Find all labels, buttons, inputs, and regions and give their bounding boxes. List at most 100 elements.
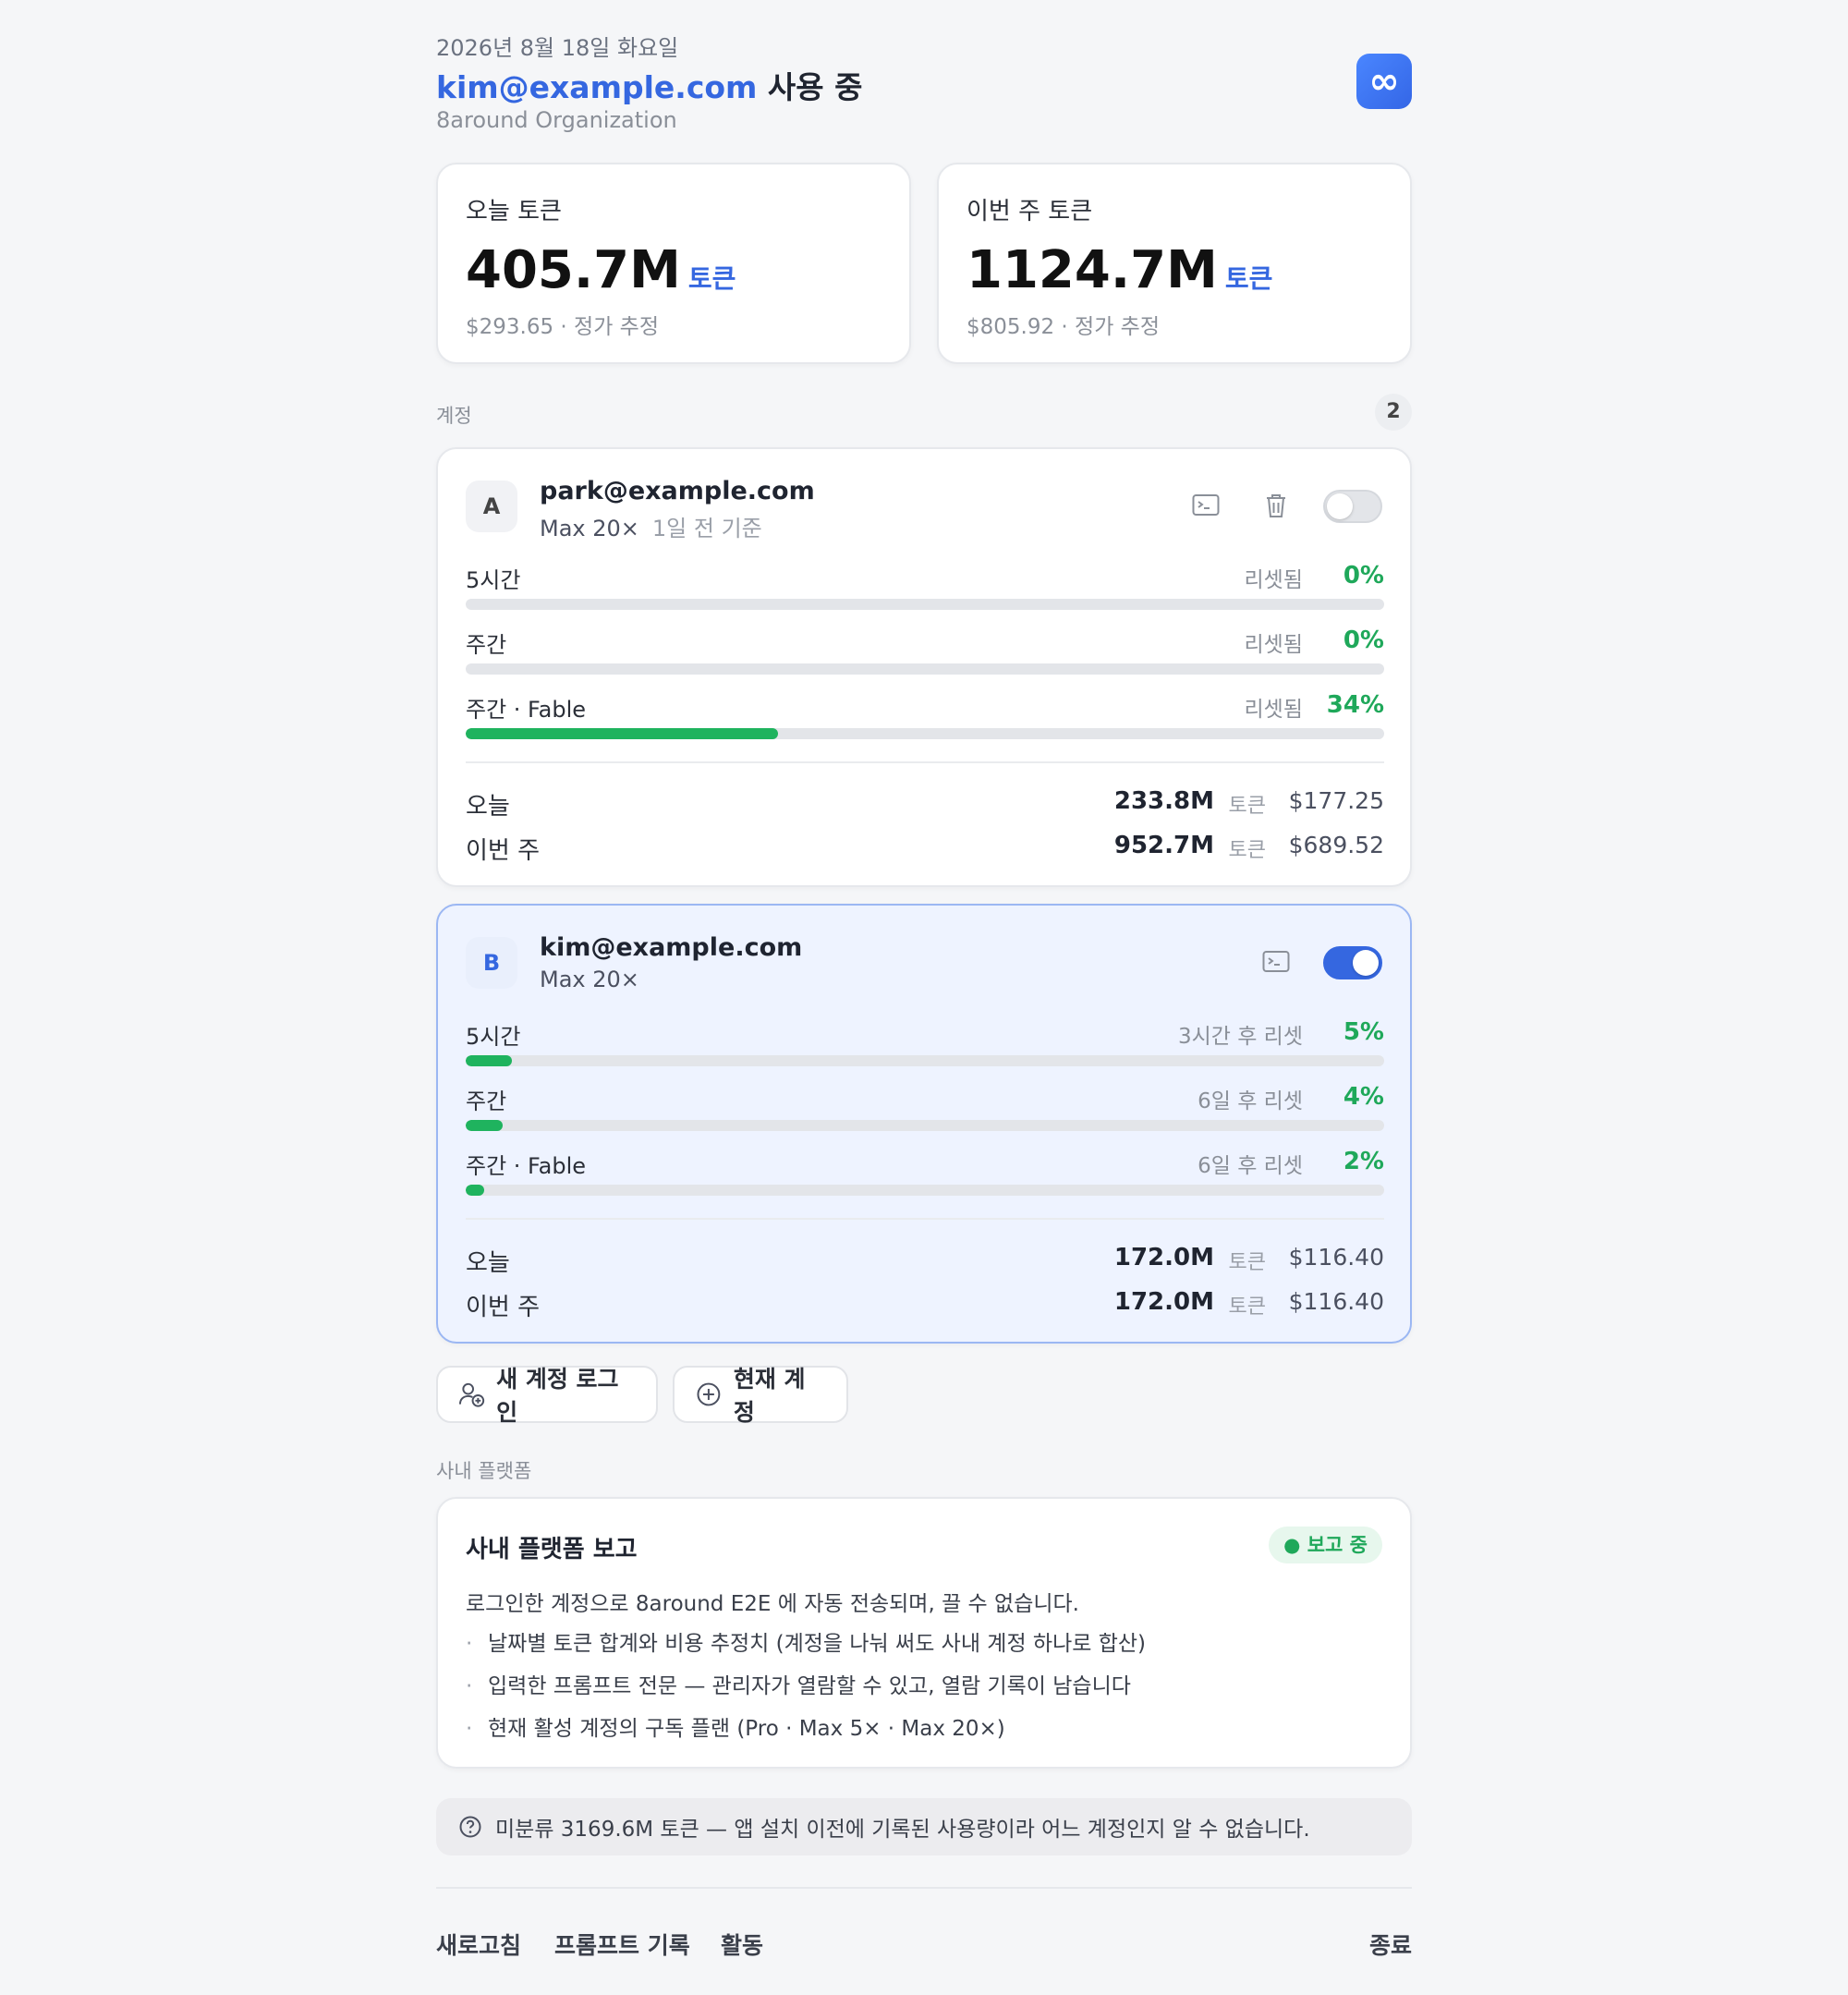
plus-circle-icon bbox=[697, 1382, 721, 1406]
summary-unit: 토큰 bbox=[1224, 263, 1273, 294]
limit-percent: 0% bbox=[1343, 626, 1384, 654]
button-label: 새 계정 로그인 bbox=[496, 1366, 619, 1426]
active-account-email: kim@example.com bbox=[436, 69, 758, 105]
list-item: 입력한 프롬프트 전문 — 관리자가 열람할 수 있고, 열람 기록이 남습니다 bbox=[466, 1671, 1146, 1713]
account-card-park[interactable]: A park@example.com Max 20× 1일 전 기준 5시간 리셋… bbox=[436, 447, 1412, 887]
progress-fill bbox=[466, 728, 778, 739]
add-user-icon bbox=[458, 1382, 485, 1407]
header: 2026년 8월 18일 화요일 kim@example.com 사용 중 8a… bbox=[436, 0, 1412, 148]
usage-tokens: 952.7M bbox=[1113, 832, 1214, 859]
limit-percent: 2% bbox=[1343, 1148, 1384, 1175]
terminal-icon[interactable] bbox=[1190, 490, 1222, 521]
platform-section-label: 사내 플랫폼 bbox=[436, 1460, 532, 1482]
account-email: kim@example.com bbox=[540, 933, 803, 962]
summary-number: 405.7M bbox=[466, 240, 681, 300]
usage-today: 오늘 233.8M 토큰 $177.25 bbox=[466, 787, 1384, 821]
account-enable-toggle[interactable] bbox=[1323, 490, 1382, 523]
list-item: 현재 활성 계정의 구독 플랜 (Pro · Max 5× · Max 20×) bbox=[466, 1713, 1146, 1756]
limit-5h: 5시간 3시간 후 리셋 5% bbox=[466, 1018, 1384, 1072]
usage-tokens: 172.0M bbox=[1113, 1244, 1214, 1271]
accounts-count-badge: 2 bbox=[1375, 394, 1412, 431]
button-label: 현재 계정 bbox=[733, 1366, 806, 1426]
limit-weekly-fable: 주간 · Fable 6일 후 리셋 2% bbox=[466, 1148, 1384, 1201]
account-plan: Max 20× bbox=[540, 967, 639, 992]
limit-5h: 5시간 리셋됨 0% bbox=[466, 562, 1384, 615]
platform-items: 날짜별 토큰 합계와 비용 추정치 (계정을 나눠 써도 사내 계정 하나로 합… bbox=[466, 1628, 1146, 1756]
unclassified-notice: 미분류 3169.6M 토큰 — 앱 설치 이전에 기록된 사용량이라 어느 계… bbox=[436, 1798, 1412, 1855]
trash-icon[interactable] bbox=[1260, 490, 1292, 521]
usage-label: 오늘 bbox=[466, 793, 510, 821]
progress-fill bbox=[466, 1055, 512, 1066]
usage-cost: $177.25 bbox=[1288, 787, 1384, 814]
usage-label: 이번 주 bbox=[466, 837, 541, 865]
prompt-history-link[interactable]: 프롬프트 기록 bbox=[554, 1928, 690, 1961]
progress-fill bbox=[466, 1185, 484, 1196]
help-circle-icon bbox=[459, 1816, 481, 1838]
list-item: 날짜별 토큰 합계와 비용 추정치 (계정을 나눠 써도 사내 계정 하나로 합… bbox=[466, 1628, 1146, 1671]
platform-title: 사내 플랫폼 보고 bbox=[466, 1536, 638, 1563]
usage-cost: $689.52 bbox=[1288, 832, 1384, 858]
limit-percent: 34% bbox=[1326, 691, 1384, 719]
summary-cost: $805.92 · 정가 추정 bbox=[967, 315, 1160, 339]
week-tokens-card: 이번 주 토큰 1124.7M 토큰 $805.92 · 정가 추정 bbox=[937, 163, 1412, 364]
activity-link[interactable]: 활동 bbox=[721, 1928, 763, 1961]
accounts-section-label: 계정 bbox=[436, 405, 472, 427]
summary-cards: 오늘 토큰 405.7M 토큰 $293.65 · 정가 추정 이번 주 토큰 1… bbox=[436, 163, 1412, 364]
limit-label: 주간 bbox=[466, 632, 507, 658]
summary-value: 405.7M 토큰 bbox=[466, 240, 736, 300]
infinity-logo-icon: ∞ bbox=[1356, 54, 1412, 109]
summary-label: 오늘 토큰 bbox=[466, 198, 562, 225]
usage-cost: $116.40 bbox=[1288, 1244, 1384, 1271]
avatar: B bbox=[466, 937, 517, 989]
summary-cost: $293.65 · 정가 추정 bbox=[466, 315, 659, 339]
account-plan: Max 20× 1일 전 기준 bbox=[540, 510, 762, 542]
refresh-link[interactable]: 새로고침 bbox=[436, 1928, 521, 1961]
usage-label: 이번 주 bbox=[466, 1294, 541, 1321]
usage-unit: 토큰 bbox=[1228, 839, 1266, 862]
limit-reset: 리셋됨 bbox=[1244, 698, 1303, 722]
limit-label: 5시간 bbox=[466, 1024, 521, 1050]
platform-report-card: 사내 플랫폼 보고 ● 보고 중 로그인한 계정으로 8around E2E 에… bbox=[436, 1497, 1412, 1769]
toggle-knob bbox=[1353, 950, 1379, 976]
organization-name: 8around Organization bbox=[436, 107, 677, 133]
limit-label: 주간 · Fable bbox=[466, 1153, 587, 1179]
progress-track bbox=[466, 728, 1384, 739]
last-updated: 1일 전 기준 bbox=[651, 516, 762, 541]
terminal-icon[interactable] bbox=[1260, 946, 1292, 978]
new-account-login-button[interactable]: 새 계정 로그인 bbox=[436, 1366, 658, 1426]
limit-reset: 리셋됨 bbox=[1244, 568, 1303, 592]
limit-weekly-fable: 주간 · Fable 리셋됨 34% bbox=[466, 691, 1384, 745]
current-account-button[interactable]: 현재 계정 bbox=[673, 1366, 848, 1426]
progress-track bbox=[466, 599, 1384, 610]
platform-description: 로그인한 계정으로 8around E2E 에 자동 전송되며, 끌 수 없습니… bbox=[466, 1592, 1079, 1616]
limit-percent: 0% bbox=[1343, 562, 1384, 590]
account-enable-toggle[interactable] bbox=[1323, 946, 1382, 979]
limit-percent: 4% bbox=[1343, 1083, 1384, 1111]
active-account-title: kim@example.com 사용 중 bbox=[436, 63, 863, 107]
today-tokens-card: 오늘 토큰 405.7M 토큰 $293.65 · 정가 추정 bbox=[436, 163, 911, 364]
progress-track bbox=[466, 1120, 1384, 1131]
divider bbox=[466, 1218, 1384, 1220]
usage-unit: 토큰 bbox=[1228, 1251, 1266, 1274]
notice-text: 미분류 3169.6M 토큰 — 앱 설치 이전에 기록된 사용량이라 어느 계… bbox=[495, 1818, 1310, 1842]
plan-name: Max 20× bbox=[540, 967, 639, 992]
active-status-suffix: 사용 중 bbox=[757, 69, 863, 105]
status-badge: ● 보고 중 bbox=[1269, 1527, 1382, 1563]
limit-label: 주간 bbox=[466, 1089, 507, 1114]
quit-link[interactable]: 종료 bbox=[1369, 1928, 1412, 1961]
avatar: A bbox=[466, 481, 517, 532]
summary-unit: 토큰 bbox=[687, 263, 736, 294]
usage-unit: 토큰 bbox=[1228, 795, 1266, 818]
limit-reset: 6일 후 리셋 bbox=[1198, 1154, 1303, 1178]
usage-tokens: 172.0M bbox=[1113, 1288, 1214, 1316]
usage-cost: $116.40 bbox=[1288, 1288, 1384, 1315]
usage-unit: 토큰 bbox=[1228, 1296, 1266, 1319]
usage-week: 이번 주 172.0M 토큰 $116.40 bbox=[466, 1288, 1384, 1321]
footer-divider bbox=[436, 1887, 1412, 1889]
usage-today: 오늘 172.0M 토큰 $116.40 bbox=[466, 1244, 1384, 1277]
progress-fill bbox=[466, 1120, 503, 1131]
limit-label: 주간 · Fable bbox=[466, 697, 587, 723]
account-card-kim[interactable]: B kim@example.com Max 20× 5시간 3시간 후 리셋 5… bbox=[436, 904, 1412, 1344]
progress-track bbox=[466, 1055, 1384, 1066]
usage-tokens: 233.8M bbox=[1113, 787, 1214, 815]
